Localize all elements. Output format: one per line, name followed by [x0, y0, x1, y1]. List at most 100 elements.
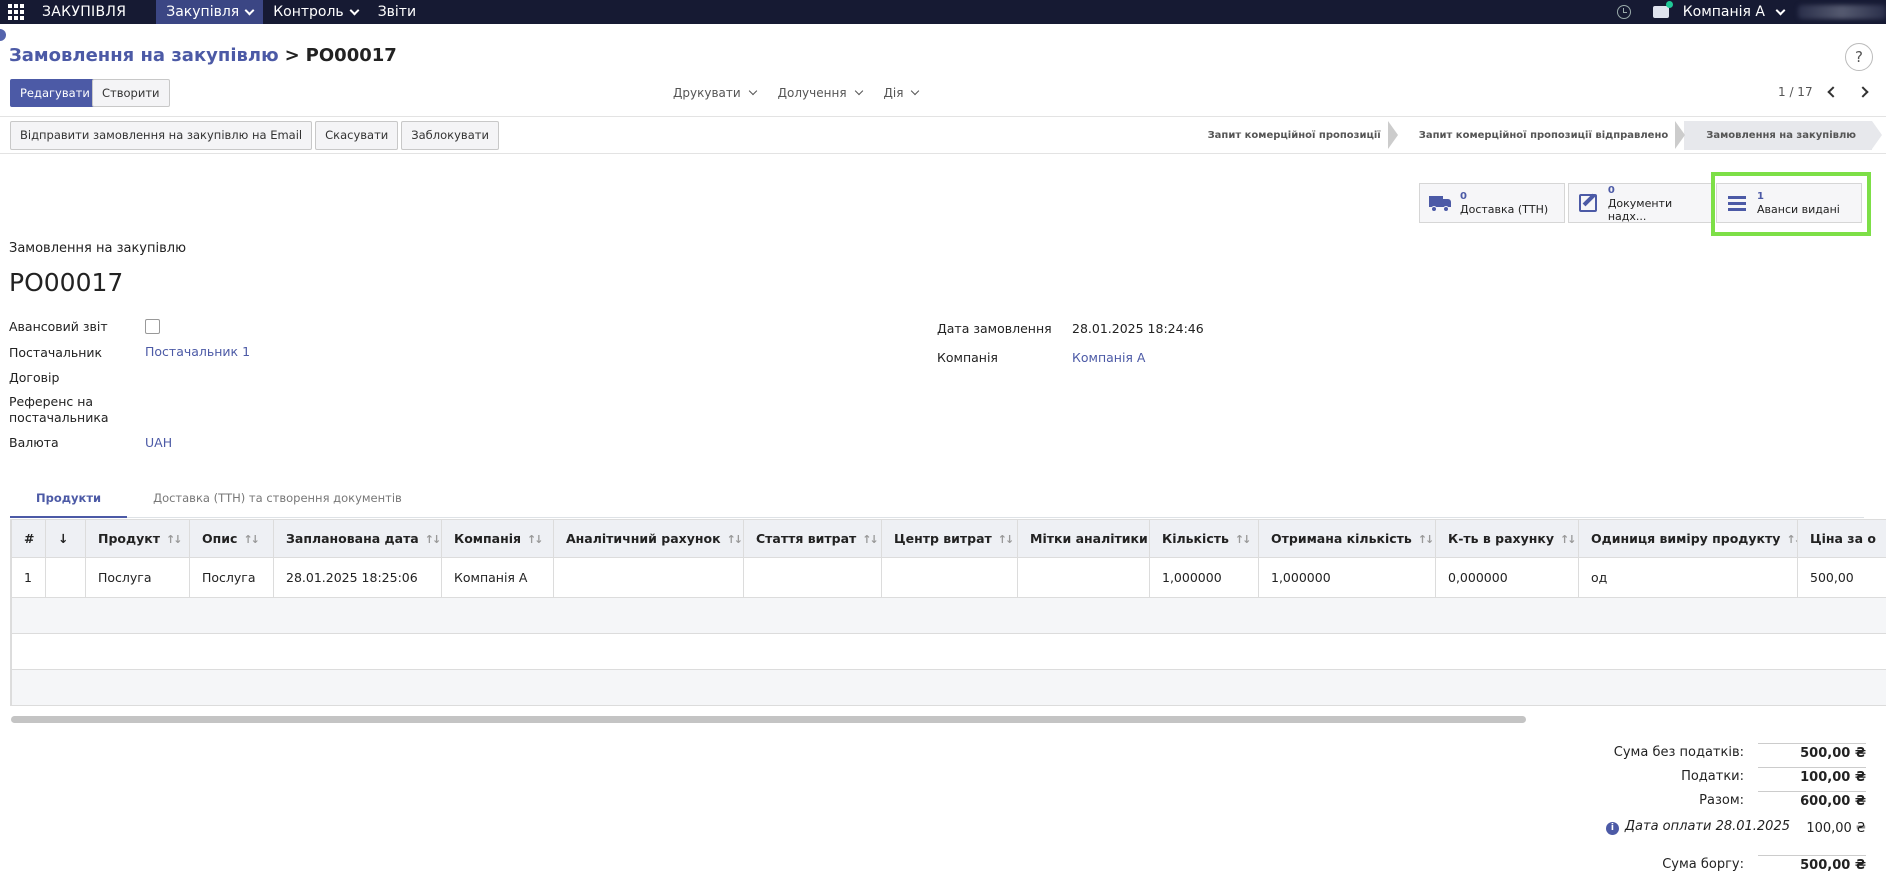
- col-billed-qty[interactable]: К-ть в рахунку ↑↓: [1435, 519, 1579, 558]
- apps-menu-icon[interactable]: [2, 0, 30, 24]
- tab-products[interactable]: Продукти: [10, 485, 128, 518]
- status-step-rfq-sent[interactable]: Запит комерційної пропозиції відправлено: [1397, 121, 1685, 150]
- status-step-rfq[interactable]: Запит комерційної пропозиції: [1198, 121, 1398, 150]
- col-company[interactable]: Компанія ↑↓: [441, 519, 554, 558]
- col-unit-price[interactable]: Ціна за о: [1797, 519, 1886, 558]
- col-product[interactable]: Продукт ↑↓: [85, 519, 190, 558]
- payment-line: i Дата оплати 28.01.2025: [1605, 819, 1790, 835]
- chevron-right-icon[interactable]: [1856, 86, 1869, 98]
- pager-value[interactable]: 1 / 17: [1778, 85, 1813, 99]
- total-value: 600,00 ₴: [1758, 791, 1866, 809]
- create-button[interactable]: Створити: [92, 79, 170, 107]
- chevron-down-icon: [911, 86, 920, 96]
- empty-row: [11, 597, 1886, 634]
- cell-cost-center[interactable]: [881, 557, 1018, 598]
- chevron-down-icon: [748, 86, 757, 96]
- breadcrumb: Замовлення на закупівлю > PO00017: [9, 45, 397, 66]
- sort-icon: ↑↓: [243, 533, 260, 546]
- lock-button[interactable]: Заблокувати: [401, 121, 499, 150]
- cell-unit-price[interactable]: 500,00: [1797, 557, 1886, 598]
- horizontal-scrollbar[interactable]: [11, 716, 1526, 723]
- sort-icon: ↑↓: [1560, 533, 1577, 546]
- col-number: #: [11, 519, 46, 558]
- documents-label: Документи надх...: [1607, 196, 1673, 223]
- col-description[interactable]: Опис ↑↓: [189, 519, 274, 558]
- col-cost-center[interactable]: Центр витрат ↑↓: [881, 519, 1018, 558]
- sort-icon: ↑↓: [527, 533, 544, 546]
- side-indicator-dot: [0, 29, 6, 41]
- menu-control[interactable]: Контроль: [263, 0, 367, 24]
- send-po-email-button[interactable]: Відправити замовлення на закупівлю на Em…: [10, 121, 313, 150]
- cell-received-qty[interactable]: 1,000000: [1258, 557, 1436, 598]
- activity-clock-icon[interactable]: [1616, 5, 1631, 19]
- record-pager: 1 / 17: [1778, 85, 1869, 99]
- messages-icon[interactable]: [1652, 1, 1673, 18]
- cell-quantity[interactable]: 1,000000: [1149, 557, 1259, 598]
- status-step-purchase-order: Замовлення на закупівлю: [1684, 121, 1882, 150]
- documents-count: 0: [1607, 184, 1615, 196]
- breadcrumb-current: PO00017: [305, 45, 397, 66]
- col-analytic-tags[interactable]: Мітки аналітики: [1017, 519, 1150, 558]
- info-icon[interactable]: i: [1605, 822, 1619, 835]
- empty-row: [11, 669, 1886, 706]
- cell-analytic-account[interactable]: [553, 557, 744, 598]
- company-switcher[interactable]: Компанія А: [1683, 4, 1786, 20]
- chevron-down-icon: [854, 86, 863, 96]
- delivery-smart-button[interactable]: 0 Доставка (ТТН): [1419, 183, 1565, 223]
- chevron-down-icon: [244, 5, 255, 15]
- edit-button[interactable]: Редагувати: [10, 79, 100, 107]
- cell-company[interactable]: Компанія А: [441, 557, 554, 598]
- sort-icon: ↑↓: [997, 533, 1015, 546]
- order-lines-table: # ↓ Продукт ↑↓ Опис ↑↓ Запланована дата ↑↓ …: [10, 519, 1886, 706]
- cell-analytic-tags[interactable]: [1017, 557, 1150, 598]
- col-quantity[interactable]: Кількість ↑↓: [1149, 519, 1259, 558]
- action-dropdowns: Друкувати Долучення Дія: [673, 86, 940, 100]
- advance-report-label: Авансовий звіт: [9, 319, 108, 334]
- untaxed-value: 500,00 ₴: [1758, 743, 1866, 761]
- currency-value[interactable]: UAH: [145, 435, 172, 451]
- sort-icon: ↑↓: [1786, 533, 1796, 546]
- vendor-label: Постачальник: [9, 345, 103, 360]
- cancel-button[interactable]: Скасувати: [315, 121, 399, 150]
- sort-icon: ↑↓: [862, 533, 879, 546]
- user-avatar[interactable]: [1798, 5, 1886, 19]
- attachments-dropdown[interactable]: Долучення: [778, 86, 863, 100]
- debt-label: Сума боргу:: [1662, 856, 1744, 871]
- action-dropdown[interactable]: Дія: [884, 86, 920, 100]
- debt-value: 500,00 ₴: [1758, 855, 1866, 871]
- menu-purchase[interactable]: Закупівля: [156, 0, 264, 24]
- taxes-value: 100,00 ₴: [1758, 767, 1866, 785]
- contract-label: Договір: [9, 370, 60, 385]
- documents-smart-button[interactable]: 0 Документи надх...: [1568, 183, 1712, 223]
- vendor-value[interactable]: Постачальник 1: [145, 344, 250, 360]
- advance-report-checkbox[interactable]: [145, 319, 160, 334]
- form-title: PO00017: [9, 268, 124, 297]
- sort-icon: ↑↓: [726, 533, 743, 546]
- breadcrumb-parent-link[interactable]: Замовлення на закупівлю: [9, 45, 279, 66]
- col-expense-item[interactable]: Стаття витрат ↑↓: [743, 519, 882, 558]
- col-sequence[interactable]: ↓: [45, 519, 86, 558]
- cell-scheduled-date[interactable]: 28.01.2025 18:25:06: [273, 557, 442, 598]
- cell-product[interactable]: Послуга: [85, 557, 190, 598]
- cell-handle: [45, 557, 86, 598]
- divider: [0, 116, 1886, 117]
- col-analytic-account[interactable]: Аналітичний рахунок ↑↓: [553, 519, 744, 558]
- company-value[interactable]: Компанія А: [1072, 350, 1145, 366]
- order-totals: Сума без податків: 500,00 ₴ Податки: 100,0…: [1560, 740, 1866, 871]
- print-dropdown[interactable]: Друкувати: [673, 86, 757, 100]
- col-scheduled-date[interactable]: Запланована дата ↑↓: [273, 519, 442, 558]
- col-received-qty[interactable]: Отримана кількість ↑↓: [1258, 519, 1436, 558]
- cell-description[interactable]: Послуга: [189, 557, 274, 598]
- form-subtitle: Замовлення на закупівлю: [9, 241, 187, 256]
- col-uom[interactable]: Одиниця виміру продукту↑↓: [1578, 519, 1798, 558]
- menu-reports[interactable]: Звіти: [368, 0, 426, 24]
- tab-delivery-documents[interactable]: Доставка (ТТН) та створення документів: [127, 485, 428, 518]
- status-bar: Запит комерційної пропозиції Запит комер…: [1198, 121, 1882, 150]
- sort-icon: ↑↓: [1234, 533, 1252, 546]
- cell-expense-item[interactable]: [743, 557, 882, 598]
- chevron-left-icon[interactable]: [1826, 86, 1839, 98]
- cell-uom[interactable]: од: [1578, 557, 1798, 598]
- table-row[interactable]: 1 Послуга Послуга 28.01.2025 18:25:06 Ко…: [11, 557, 1886, 598]
- cell-billed-qty[interactable]: 0,000000: [1435, 557, 1579, 598]
- help-button[interactable]: ?: [1845, 43, 1873, 71]
